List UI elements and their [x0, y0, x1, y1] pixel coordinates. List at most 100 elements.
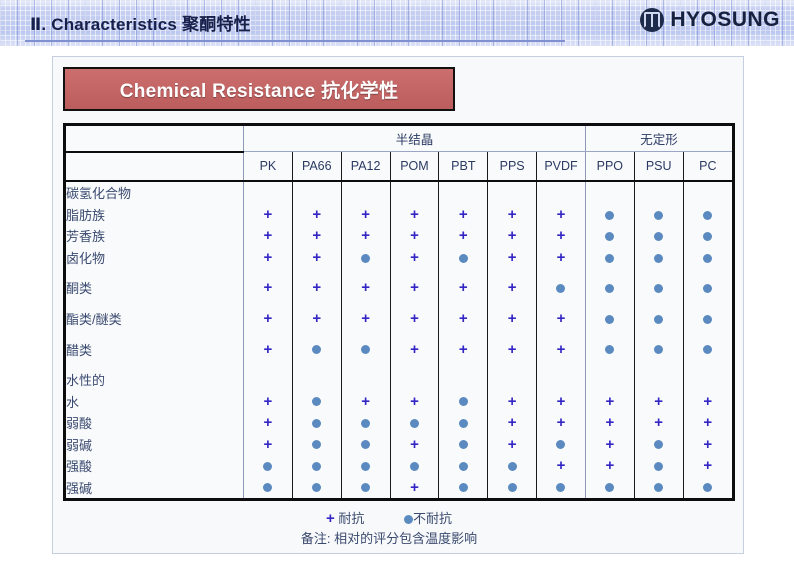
resistance-grid: 半结晶 无定形 PK PA66 PA12 POM PBT PPS PVDF PPO PSU PC … — [66, 126, 732, 498]
plus-icon: + — [312, 309, 322, 327]
cell-pa12 — [340, 268, 391, 278]
table-spacer-row — [66, 298, 732, 308]
cell-pk — [243, 368, 293, 391]
plus-icon: + — [312, 205, 322, 223]
dot-icon — [654, 314, 664, 324]
cell-pps — [487, 268, 537, 278]
cell-ppo — [584, 476, 635, 498]
cell-pc — [682, 246, 732, 269]
plus-icon: + — [263, 340, 273, 358]
plus-icon: + — [507, 392, 517, 410]
cell-pa12 — [340, 246, 391, 269]
dot-icon — [654, 440, 664, 450]
cell-ppo — [584, 307, 635, 330]
plus-icon: + — [654, 392, 664, 410]
cell-pa12 — [340, 329, 391, 339]
spacer-label — [66, 360, 244, 369]
dot-icon — [361, 483, 371, 493]
group-header-semicrystalline: 半结晶 — [243, 126, 586, 152]
dot-icon — [654, 253, 664, 263]
cell-pc: + — [682, 390, 732, 412]
plus-icon: + — [507, 309, 517, 327]
section-banner: Chemical Resistance 抗化学性 — [63, 67, 455, 111]
plus-icon: + — [263, 435, 273, 453]
plus-icon: + — [507, 279, 517, 297]
plus-icon: + — [458, 227, 468, 245]
group-header-row: 半结晶 无定形 — [66, 126, 732, 153]
cell-pa12 — [340, 411, 391, 434]
cell-pa66 — [291, 181, 342, 204]
table-row: 醋类 + + + + + — [66, 338, 732, 360]
plus-icon: + — [410, 435, 419, 453]
dot-icon — [507, 461, 517, 471]
cell-psu — [633, 277, 684, 299]
cell-pa66 — [291, 298, 342, 308]
dot-icon — [312, 345, 322, 355]
cell-pc: + — [682, 454, 732, 477]
cell-pa66 — [291, 433, 342, 455]
row-label: 芳香族 — [66, 229, 106, 245]
cell-pbt: + — [438, 338, 488, 360]
plus-icon: + — [703, 392, 713, 410]
column-header-pbt: PBT — [438, 151, 488, 182]
cell-pvdf — [536, 329, 586, 339]
cell-pa12: + — [340, 203, 391, 226]
cell-psu — [633, 246, 684, 269]
plus-icon: + — [361, 279, 370, 297]
dot-icon — [404, 515, 413, 525]
header-underline — [25, 40, 565, 42]
dot-icon — [361, 253, 371, 263]
cell-pbt — [438, 298, 488, 308]
cell-pa66 — [291, 338, 342, 360]
plus-icon: + — [410, 227, 419, 245]
cell-pom — [389, 181, 439, 204]
cell-ppo — [584, 298, 635, 308]
cell-pps: + — [487, 390, 537, 412]
cell-pa66: + — [291, 307, 342, 330]
cell-ppo — [584, 203, 635, 226]
cell-pa12 — [340, 476, 391, 498]
dot-icon — [361, 418, 371, 428]
cell-pvdf: + — [536, 225, 586, 247]
cell-pps: + — [487, 203, 537, 226]
plus-icon: + — [703, 414, 713, 432]
dot-icon — [703, 232, 713, 242]
cell-pa66 — [291, 454, 342, 477]
cell-pvdf: + — [536, 203, 586, 226]
cell-psu — [633, 307, 684, 330]
cell-pk: + — [243, 433, 293, 455]
cell-pk: + — [243, 338, 293, 360]
dot-icon — [654, 483, 664, 493]
legend-resistant: + 耐抗 — [326, 509, 364, 529]
cell-pps: + — [487, 277, 537, 299]
cell-pa12: + — [340, 390, 391, 412]
table-spacer-row — [66, 359, 732, 369]
cell-pa12: + — [340, 225, 391, 247]
column-header-psu: PSU — [633, 151, 684, 182]
cell-pbt — [438, 359, 488, 369]
cell-pk: + — [243, 411, 293, 434]
cell-pps — [487, 476, 537, 498]
dot-icon — [312, 397, 322, 407]
cell-pa12: + — [340, 307, 391, 330]
plus-icon: + — [312, 279, 322, 297]
cell-ppo — [584, 268, 635, 278]
dot-icon — [556, 440, 566, 450]
cell-pbt — [438, 411, 488, 434]
cell-pvdf — [536, 359, 586, 369]
cell-pa12 — [340, 433, 391, 455]
cell-pa12 — [340, 338, 391, 360]
cell-pc — [682, 181, 732, 204]
cell-psu — [633, 476, 684, 498]
column-header-pc: PC — [682, 151, 732, 182]
corner-cell — [66, 126, 244, 153]
row-label: 碳氢化合物 — [66, 186, 132, 202]
cell-pps: + — [487, 338, 537, 360]
cell-pbt — [438, 368, 488, 391]
cell-pa66 — [291, 476, 342, 498]
cell-pk — [243, 329, 293, 339]
cell-pvdf — [536, 433, 586, 455]
plus-icon: + — [361, 205, 370, 223]
cell-ppo — [584, 277, 635, 299]
dot-icon — [312, 418, 322, 428]
